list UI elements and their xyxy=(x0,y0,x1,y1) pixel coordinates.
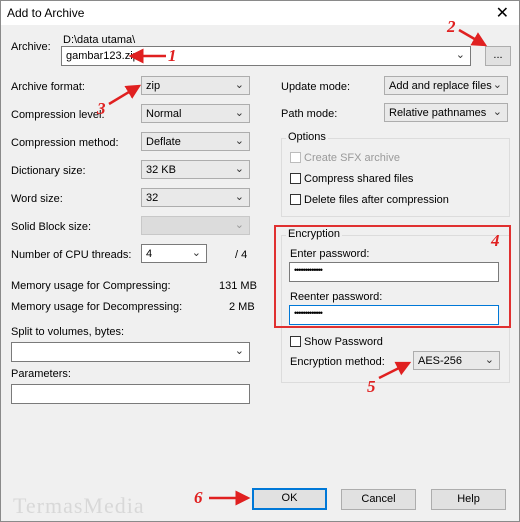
annotation-arrows xyxy=(108,28,488,506)
annotation-2: 2 xyxy=(447,17,456,36)
annotation-4: 4 xyxy=(491,231,500,250)
annotation-1: 1 xyxy=(168,46,177,65)
annotation-3: 3 xyxy=(97,99,106,118)
arrow-3 xyxy=(108,84,142,106)
arrow-2 xyxy=(458,28,488,47)
annotation-6: 6 xyxy=(194,488,203,507)
annotation-5: 5 xyxy=(367,377,376,396)
arrow-5 xyxy=(378,361,412,380)
add-to-archive-dialog: Add to Archive ✕ Archive: D:\data utama\… xyxy=(0,0,520,522)
